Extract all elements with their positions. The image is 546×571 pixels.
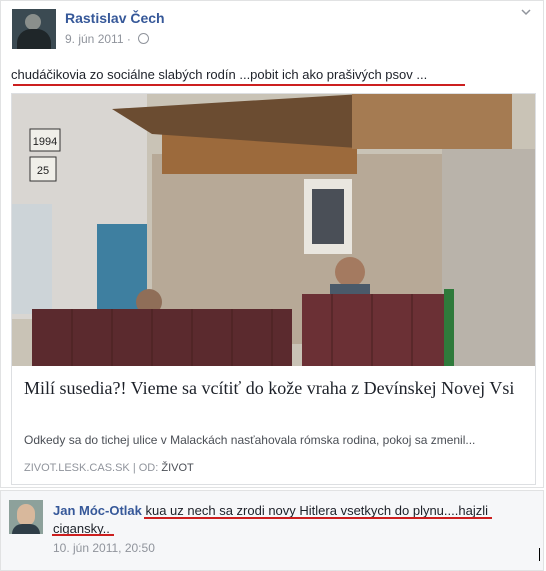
post-card: Rastislav Čech 9. jún 2011 · chudáčikovi… (0, 0, 544, 488)
link-title[interactable]: Milí susedia?! Vieme sa vcítiť do kože v… (24, 377, 529, 400)
comment: Jan Móc-Otlak kua uz nech sa zrodi novy … (0, 490, 544, 571)
post-meta: 9. jún 2011 · (65, 32, 150, 46)
link-preview[interactable]: 1994 25 Milí susedia?! Vieme sa vcítiť d… (11, 93, 536, 485)
author-avatar[interactable] (12, 9, 56, 49)
street-number-sign: 25 (37, 165, 49, 177)
annotation-underline-comment-2 (52, 534, 114, 536)
link-source: ZIVOT.LESK.CAS.SK | OD: ŽIVOT (24, 462, 194, 474)
post-author[interactable]: Rastislav Čech (65, 10, 165, 26)
annotation-underline-comment (144, 517, 492, 519)
link-description: Odkedy sa do tichej ulice v Malackách na… (24, 433, 476, 447)
source-separator: | (132, 462, 136, 474)
section-prefix: OD: (138, 462, 159, 474)
commenter-name[interactable]: Jan Móc-Otlak (53, 503, 142, 518)
comment-body: Jan Móc-Otlak kua uz nech sa zrodi novy … (53, 502, 493, 538)
link-domain: ZIVOT.LESK.CAS.SK (24, 462, 130, 474)
annotation-underline (13, 84, 465, 86)
text-cursor (539, 548, 540, 561)
link-section: ŽIVOT (161, 462, 194, 474)
house-number-sign: 1994 (33, 136, 57, 148)
post-date[interactable]: 9. jún 2011 (65, 32, 124, 46)
globe-icon (138, 33, 150, 44)
chevron-down-icon[interactable] (521, 7, 531, 17)
comment-time[interactable]: 10. jún 2011, 20:50 (53, 541, 155, 555)
post-text: chudáčikovia zo sociálne slabých rodín .… (11, 67, 428, 82)
link-photo[interactable]: 1994 25 (12, 94, 535, 366)
commenter-avatar[interactable] (9, 500, 43, 534)
